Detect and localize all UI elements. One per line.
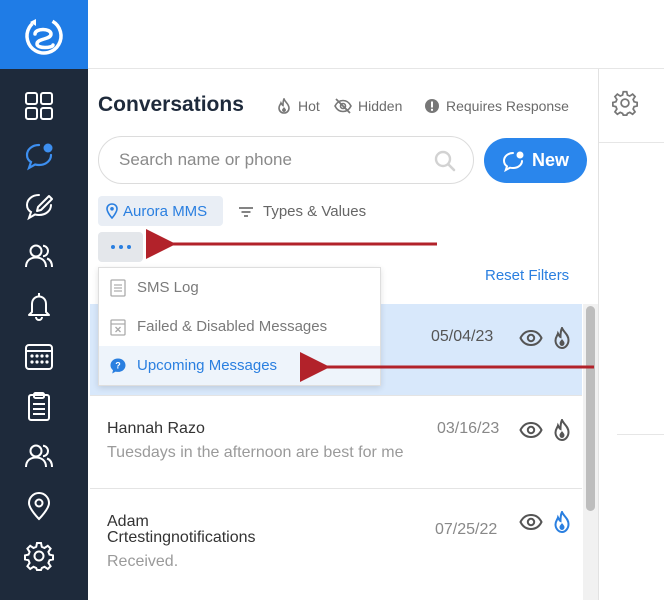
notifications-bell-icon[interactable] — [22, 289, 56, 323]
panel-settings-gear-icon[interactable] — [612, 90, 638, 116]
map-pin-icon — [106, 203, 118, 219]
filter-hot[interactable]: Hot — [276, 98, 320, 114]
new-conversation-button[interactable]: New — [484, 138, 587, 183]
eye-icon[interactable] — [519, 326, 543, 350]
menu-item-sms-log[interactable]: SMS Log — [99, 268, 380, 307]
ellipsis-icon — [110, 245, 115, 249]
detail-panel — [598, 69, 664, 600]
location-filter-label: Aurora MMS — [123, 202, 208, 220]
dashboard-grid-icon[interactable] — [22, 89, 56, 123]
location-filter-chip[interactable]: Aurora MMS — [98, 196, 223, 226]
menu-item-upcoming-messages[interactable]: ? Upcoming Messages — [99, 346, 380, 385]
contacts-icon[interactable] — [22, 239, 56, 273]
filter-hidden-label: Hidden — [358, 98, 403, 114]
new-button-label: New — [531, 150, 569, 170]
message-preview: Received. — [107, 553, 179, 570]
conversation-date: 05/04/23 — [431, 328, 494, 345]
conversation-row[interactable]: Hannah Razo Tuesdays in the afternoon ar… — [90, 396, 582, 489]
divider — [617, 434, 664, 435]
eye-icon[interactable] — [519, 418, 543, 442]
menu-item-failed-disabled[interactable]: Failed & Disabled Messages — [99, 307, 380, 346]
eye-slash-icon — [334, 98, 352, 114]
menu-item-label: Failed & Disabled Messages — [137, 318, 328, 335]
flame-icon — [278, 98, 290, 114]
calendar-icon[interactable] — [22, 339, 56, 373]
contact-name-first: Adam — [107, 513, 149, 530]
log-icon — [110, 279, 126, 297]
top-bar — [88, 0, 664, 69]
list-scrollbar[interactable] — [583, 304, 598, 600]
app-root: Conversations Hot Hidden Requires Respon… — [0, 0, 664, 600]
conversation-row[interactable]: Adam Crtestingnotifications Received. 07… — [90, 489, 582, 600]
menu-item-label: SMS Log — [137, 279, 199, 296]
filter-hot-label: Hot — [298, 98, 320, 114]
conversation-date: 07/25/22 — [435, 521, 498, 538]
types-values-filter[interactable]: Types & Values — [238, 203, 366, 220]
alert-circle-icon — [425, 99, 439, 113]
more-options-menu: SMS Log Failed & Disabled Messages ? Upc… — [98, 267, 381, 386]
divider — [599, 142, 664, 143]
settings-gear-icon[interactable] — [22, 539, 56, 573]
conversation-date: 03/16/23 — [437, 420, 500, 437]
clipboard-icon[interactable] — [22, 389, 56, 423]
flame-icon[interactable] — [553, 327, 571, 349]
filter-requires-response[interactable]: Requires Response — [424, 98, 569, 114]
app-logo[interactable] — [0, 0, 88, 69]
contact-name: Hannah Razo — [107, 420, 205, 437]
team-icon[interactable] — [22, 439, 56, 473]
location-pin-icon[interactable] — [22, 489, 56, 523]
new-chat-icon — [502, 151, 524, 172]
sidebar — [0, 0, 88, 600]
search-input[interactable] — [119, 150, 419, 170]
page-title: Conversations — [98, 93, 244, 116]
filter-hidden[interactable]: Hidden — [334, 98, 402, 114]
reset-filters-link[interactable]: Reset Filters — [485, 267, 569, 284]
flame-icon[interactable] — [553, 511, 571, 533]
more-options-button[interactable] — [98, 232, 143, 262]
conversations-icon[interactable] — [22, 139, 56, 173]
search-icon[interactable] — [433, 149, 457, 173]
scroll-thumb[interactable] — [586, 306, 595, 511]
logo-icon — [25, 16, 63, 55]
filter-lines-icon — [239, 206, 253, 217]
types-values-label: Types & Values — [263, 203, 367, 220]
upcoming-clock-icon: ? — [110, 358, 126, 374]
message-preview: Tuesdays in the afternoon are best for m… — [107, 444, 404, 461]
compose-message-icon[interactable] — [22, 189, 56, 223]
filter-requires-response-label: Requires Response — [446, 98, 569, 114]
failed-message-icon — [110, 319, 126, 336]
search-box[interactable] — [98, 136, 474, 184]
menu-item-label: Upcoming Messages — [137, 357, 278, 374]
svg-text:?: ? — [115, 361, 121, 371]
flame-icon[interactable] — [553, 419, 571, 441]
contact-name-last: Crtestingnotifications — [107, 529, 256, 546]
eye-icon[interactable] — [519, 510, 543, 534]
